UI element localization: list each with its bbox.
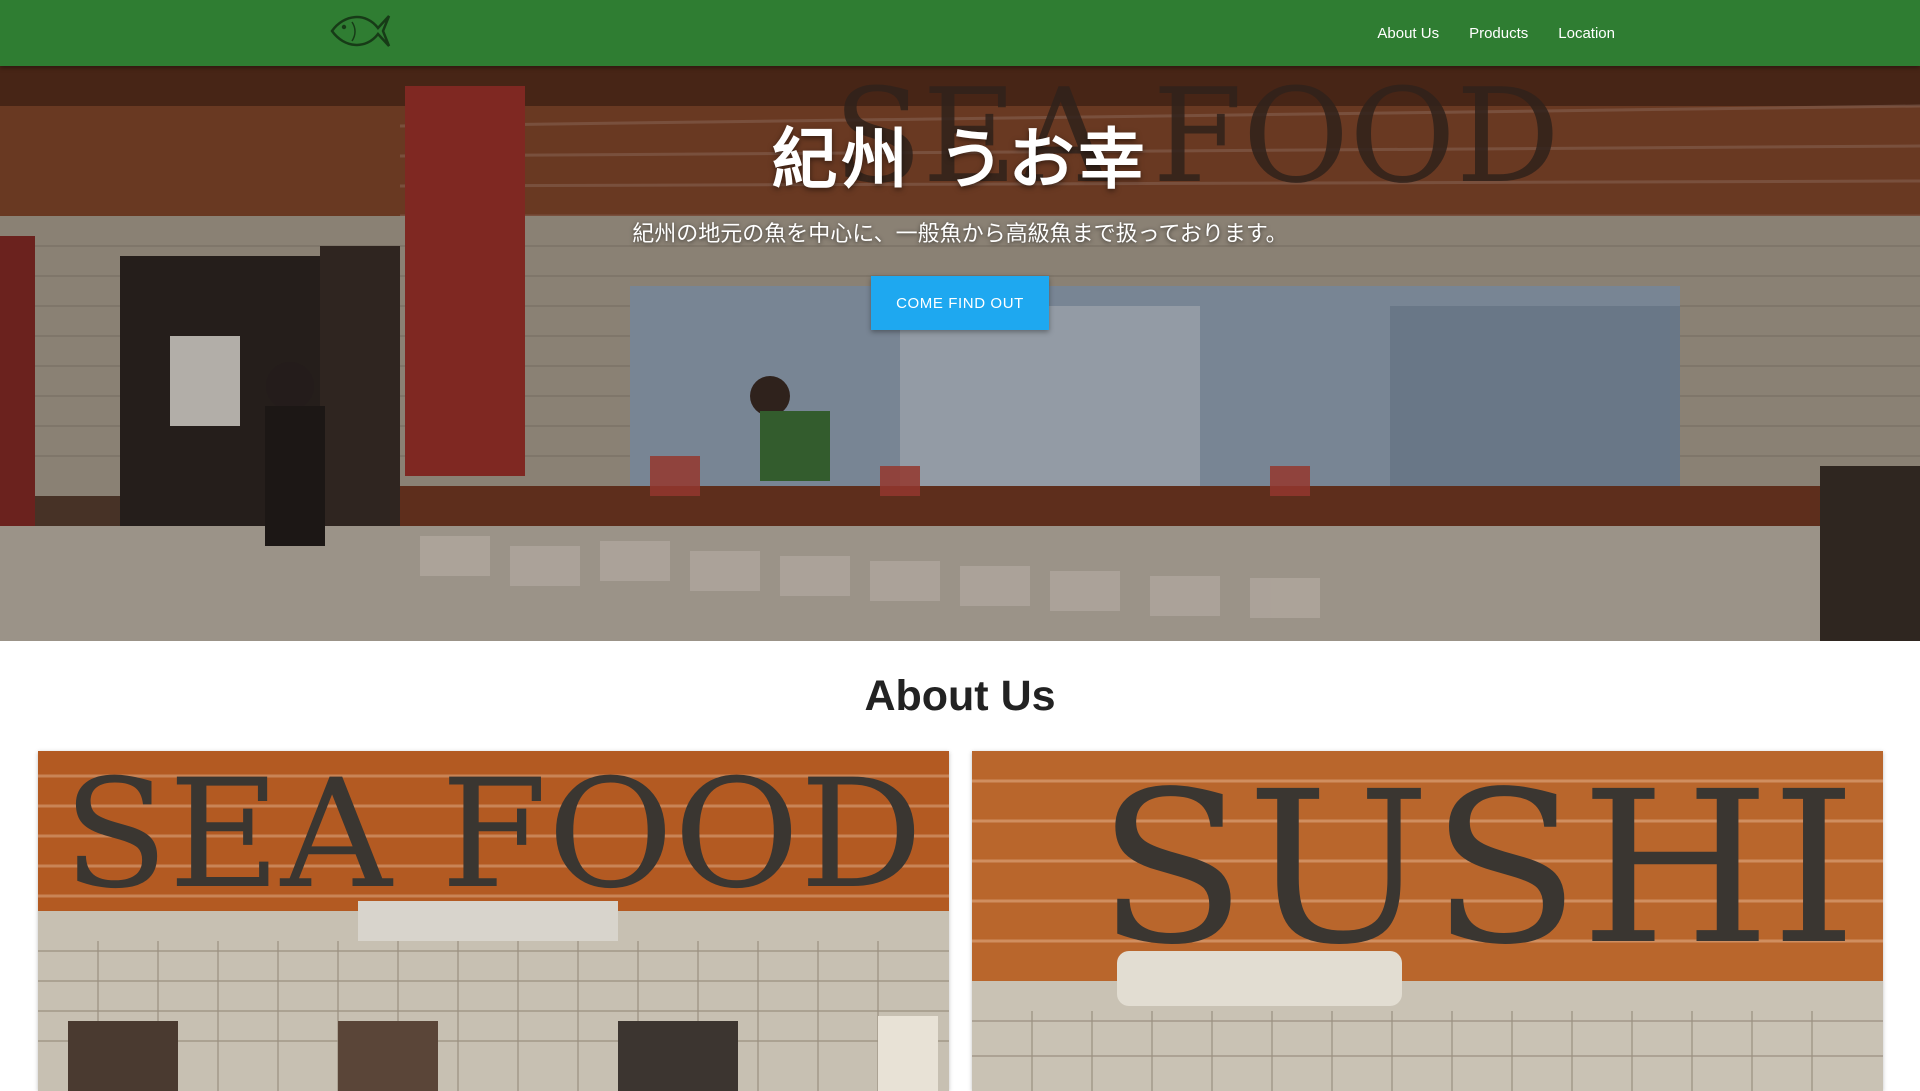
nav-link-products[interactable]: Products <box>1469 25 1528 42</box>
hero-section: SEA FOOD 紀州 うお幸 紀州の地元の魚を中心に、一般魚から高級魚まで扱っ… <box>0 66 1920 641</box>
hero-subtitle: 紀州の地元の魚を中心に、一般魚から高級魚まで扱っております。 <box>632 222 1288 247</box>
top-navbar: About Us Products Location <box>0 0 1920 66</box>
hero-title: 紀州 うお幸 <box>771 120 1149 198</box>
nav-link-location[interactable]: Location <box>1558 25 1615 42</box>
about-card-sushi: SUSHI <box>972 751 1883 1091</box>
come-find-out-button[interactable]: COME FIND OUT <box>871 276 1049 330</box>
nav-link-about-us[interactable]: About Us <box>1377 25 1439 42</box>
about-card-seafood: SEA FOOD <box>38 751 949 1091</box>
seafood-sign-text: SEA FOOD <box>63 751 923 922</box>
fish-logo-icon[interactable] <box>326 8 392 54</box>
about-us-heading: About Us <box>864 672 1056 720</box>
nav-links: About Us Products Location <box>1377 0 1615 66</box>
